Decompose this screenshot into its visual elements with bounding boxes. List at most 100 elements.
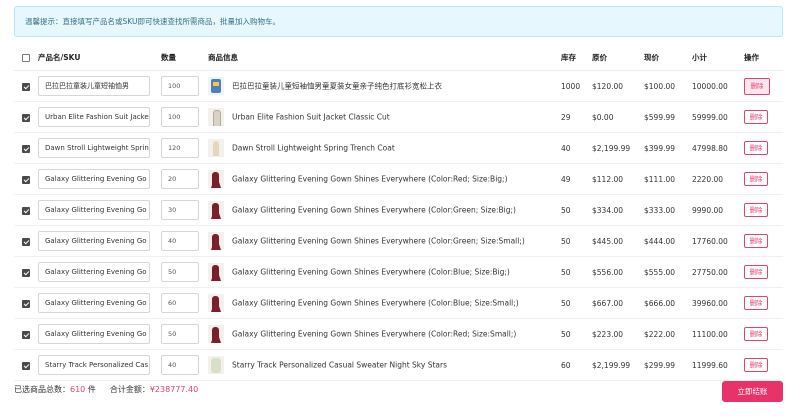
sku-input[interactable]: Galaxy Glittering Evening Go	[38, 169, 150, 189]
product-thumbnail	[208, 356, 224, 374]
quantity-input[interactable]: 50	[161, 262, 199, 282]
sku-input[interactable]: 巴拉巴拉童装儿童短袖恤男	[38, 76, 150, 96]
product-thumbnail	[208, 263, 224, 281]
subtotal-value: 10000.00	[692, 70, 744, 102]
col-orig-header: 原价	[592, 44, 644, 71]
current-price: $666.00	[644, 287, 692, 319]
row-checkbox[interactable]	[22, 82, 30, 91]
checkout-button[interactable]: 立即结账	[722, 381, 783, 402]
original-price: $2,199.99	[592, 349, 644, 381]
original-price: $445.00	[592, 225, 644, 257]
original-price: $223.00	[592, 318, 644, 350]
original-price: $0.00	[592, 101, 644, 133]
sku-input[interactable]: Dawn Stroll Lightweight Sprin	[38, 138, 150, 158]
quantity-input[interactable]: 100	[161, 107, 199, 127]
quantity-input[interactable]: 20	[161, 169, 199, 189]
total-amount: ¥238777.40	[149, 385, 199, 394]
product-name: Galaxy Glittering Evening Gown Shines Ev…	[232, 267, 510, 277]
quantity-input[interactable]: 50	[161, 324, 199, 344]
table-row: Galaxy Glittering Evening Go 60 Galaxy Gli…	[14, 287, 783, 319]
product-name: Galaxy Glittering Evening Gown Shines Ev…	[232, 236, 525, 246]
notice-text: 温馨提示：直接填写产品名或SKU即可快速查找所需商品，批量加入购物车。	[25, 17, 280, 26]
col-qty-header: 数量	[161, 44, 208, 71]
stock-value: 49	[561, 163, 592, 195]
delete-button[interactable]: 删除	[744, 77, 770, 95]
product-name: Galaxy Glittering Evening Gown Shines Ev…	[232, 174, 508, 184]
current-price: $111.00	[644, 163, 692, 195]
select-all-checkbox[interactable]	[22, 53, 30, 62]
delete-button[interactable]: 删除	[744, 203, 768, 217]
product-name: Dawn Stroll Lightweight Spring Trench Co…	[232, 143, 395, 153]
current-price: $444.00	[644, 225, 692, 257]
product-thumbnail	[208, 294, 224, 312]
current-price: $333.00	[644, 194, 692, 226]
original-price: $120.00	[592, 70, 644, 102]
notice-banner: 温馨提示：直接填写产品名或SKU即可快速查找所需商品，批量加入购物车。	[14, 6, 783, 37]
product-thumbnail	[208, 325, 224, 343]
quantity-input[interactable]: 30	[161, 200, 199, 220]
product-name: 巴拉巴拉童装儿童短袖恤男童夏装女童亲子纯色打底衫宽松上衣	[232, 81, 442, 91]
stock-value: 50	[561, 225, 592, 257]
original-price: $334.00	[592, 194, 644, 226]
original-price: $556.00	[592, 256, 644, 288]
row-checkbox[interactable]	[22, 237, 30, 246]
table-row: Dawn Stroll Lightweight Sprin 120 Dawn Str…	[14, 132, 783, 164]
subtotal-value: 17760.00	[692, 225, 744, 257]
current-price: $599.99	[644, 101, 692, 133]
quantity-input[interactable]: 40	[161, 355, 199, 375]
row-checkbox[interactable]	[22, 361, 30, 370]
sku-input[interactable]: Starry Track Personalized Cas	[38, 355, 150, 375]
product-thumbnail	[208, 170, 224, 188]
table-row: Galaxy Glittering Evening Go 50 Galaxy Gli…	[14, 318, 783, 350]
row-checkbox[interactable]	[22, 206, 30, 215]
order-summary: 已选商品总数：610 件 合计金额：¥238777.40	[14, 384, 198, 395]
delete-button[interactable]: 删除	[744, 296, 768, 310]
product-name: Galaxy Glittering Evening Gown Shines Ev…	[232, 298, 519, 308]
subtotal-value: 59999.00	[692, 101, 744, 133]
table-row: Galaxy Glittering Evening Go 50 Galaxy Gli…	[14, 256, 783, 288]
sku-input[interactable]: Galaxy Glittering Evening Go	[38, 231, 150, 251]
product-thumbnail	[208, 232, 224, 250]
col-action-header: 操作	[744, 44, 783, 71]
quantity-input[interactable]: 40	[161, 231, 199, 251]
product-thumbnail	[208, 77, 224, 95]
delete-button[interactable]: 删除	[744, 234, 768, 248]
row-checkbox[interactable]	[22, 268, 30, 277]
stock-value: 29	[561, 101, 592, 133]
stock-value: 50	[561, 318, 592, 350]
col-info-header: 商品信息	[208, 44, 561, 71]
current-price: $399.99	[644, 132, 692, 164]
delete-button[interactable]: 删除	[744, 265, 768, 279]
table-row: Starry Track Personalized Cas 40 Starry Tr…	[14, 349, 783, 381]
col-price-header: 现价	[644, 44, 692, 71]
table-row: Urban Elite Fashion Suit Jacke 100 Urban E…	[14, 101, 783, 133]
row-checkbox[interactable]	[22, 144, 30, 153]
delete-button[interactable]: 删除	[744, 110, 768, 124]
subtotal-value: 11999.60	[692, 349, 744, 381]
current-price: $299.99	[644, 349, 692, 381]
table-row: Galaxy Glittering Evening Go 40 Galaxy Gli…	[14, 225, 783, 257]
sku-input[interactable]: Galaxy Glittering Evening Go	[38, 293, 150, 313]
original-price: $667.00	[592, 287, 644, 319]
sku-input[interactable]: Galaxy Glittering Evening Go	[38, 324, 150, 344]
table-header: 产品名/SKU 数量 商品信息 库存 原价 现价 小计 操作	[14, 44, 783, 71]
delete-button[interactable]: 删除	[744, 172, 768, 186]
quantity-input[interactable]: 60	[161, 293, 199, 313]
subtotal-value: 27750.00	[692, 256, 744, 288]
delete-button[interactable]: 删除	[744, 358, 768, 372]
delete-button[interactable]: 删除	[744, 141, 768, 155]
current-price: $100.00	[644, 70, 692, 102]
sku-input[interactable]: Galaxy Glittering Evening Go	[38, 200, 150, 220]
quantity-input[interactable]: 120	[161, 138, 199, 158]
stock-value: 60	[561, 349, 592, 381]
delete-button[interactable]: 删除	[744, 327, 768, 341]
quantity-input[interactable]: 100	[161, 76, 199, 96]
row-checkbox[interactable]	[22, 113, 30, 122]
selected-count: 610	[70, 385, 86, 394]
subtotal-value: 9990.00	[692, 194, 744, 226]
row-checkbox[interactable]	[22, 175, 30, 184]
row-checkbox[interactable]	[22, 330, 30, 339]
sku-input[interactable]: Urban Elite Fashion Suit Jacke	[38, 107, 150, 127]
sku-input[interactable]: Galaxy Glittering Evening Go	[38, 262, 150, 282]
row-checkbox[interactable]	[22, 299, 30, 308]
